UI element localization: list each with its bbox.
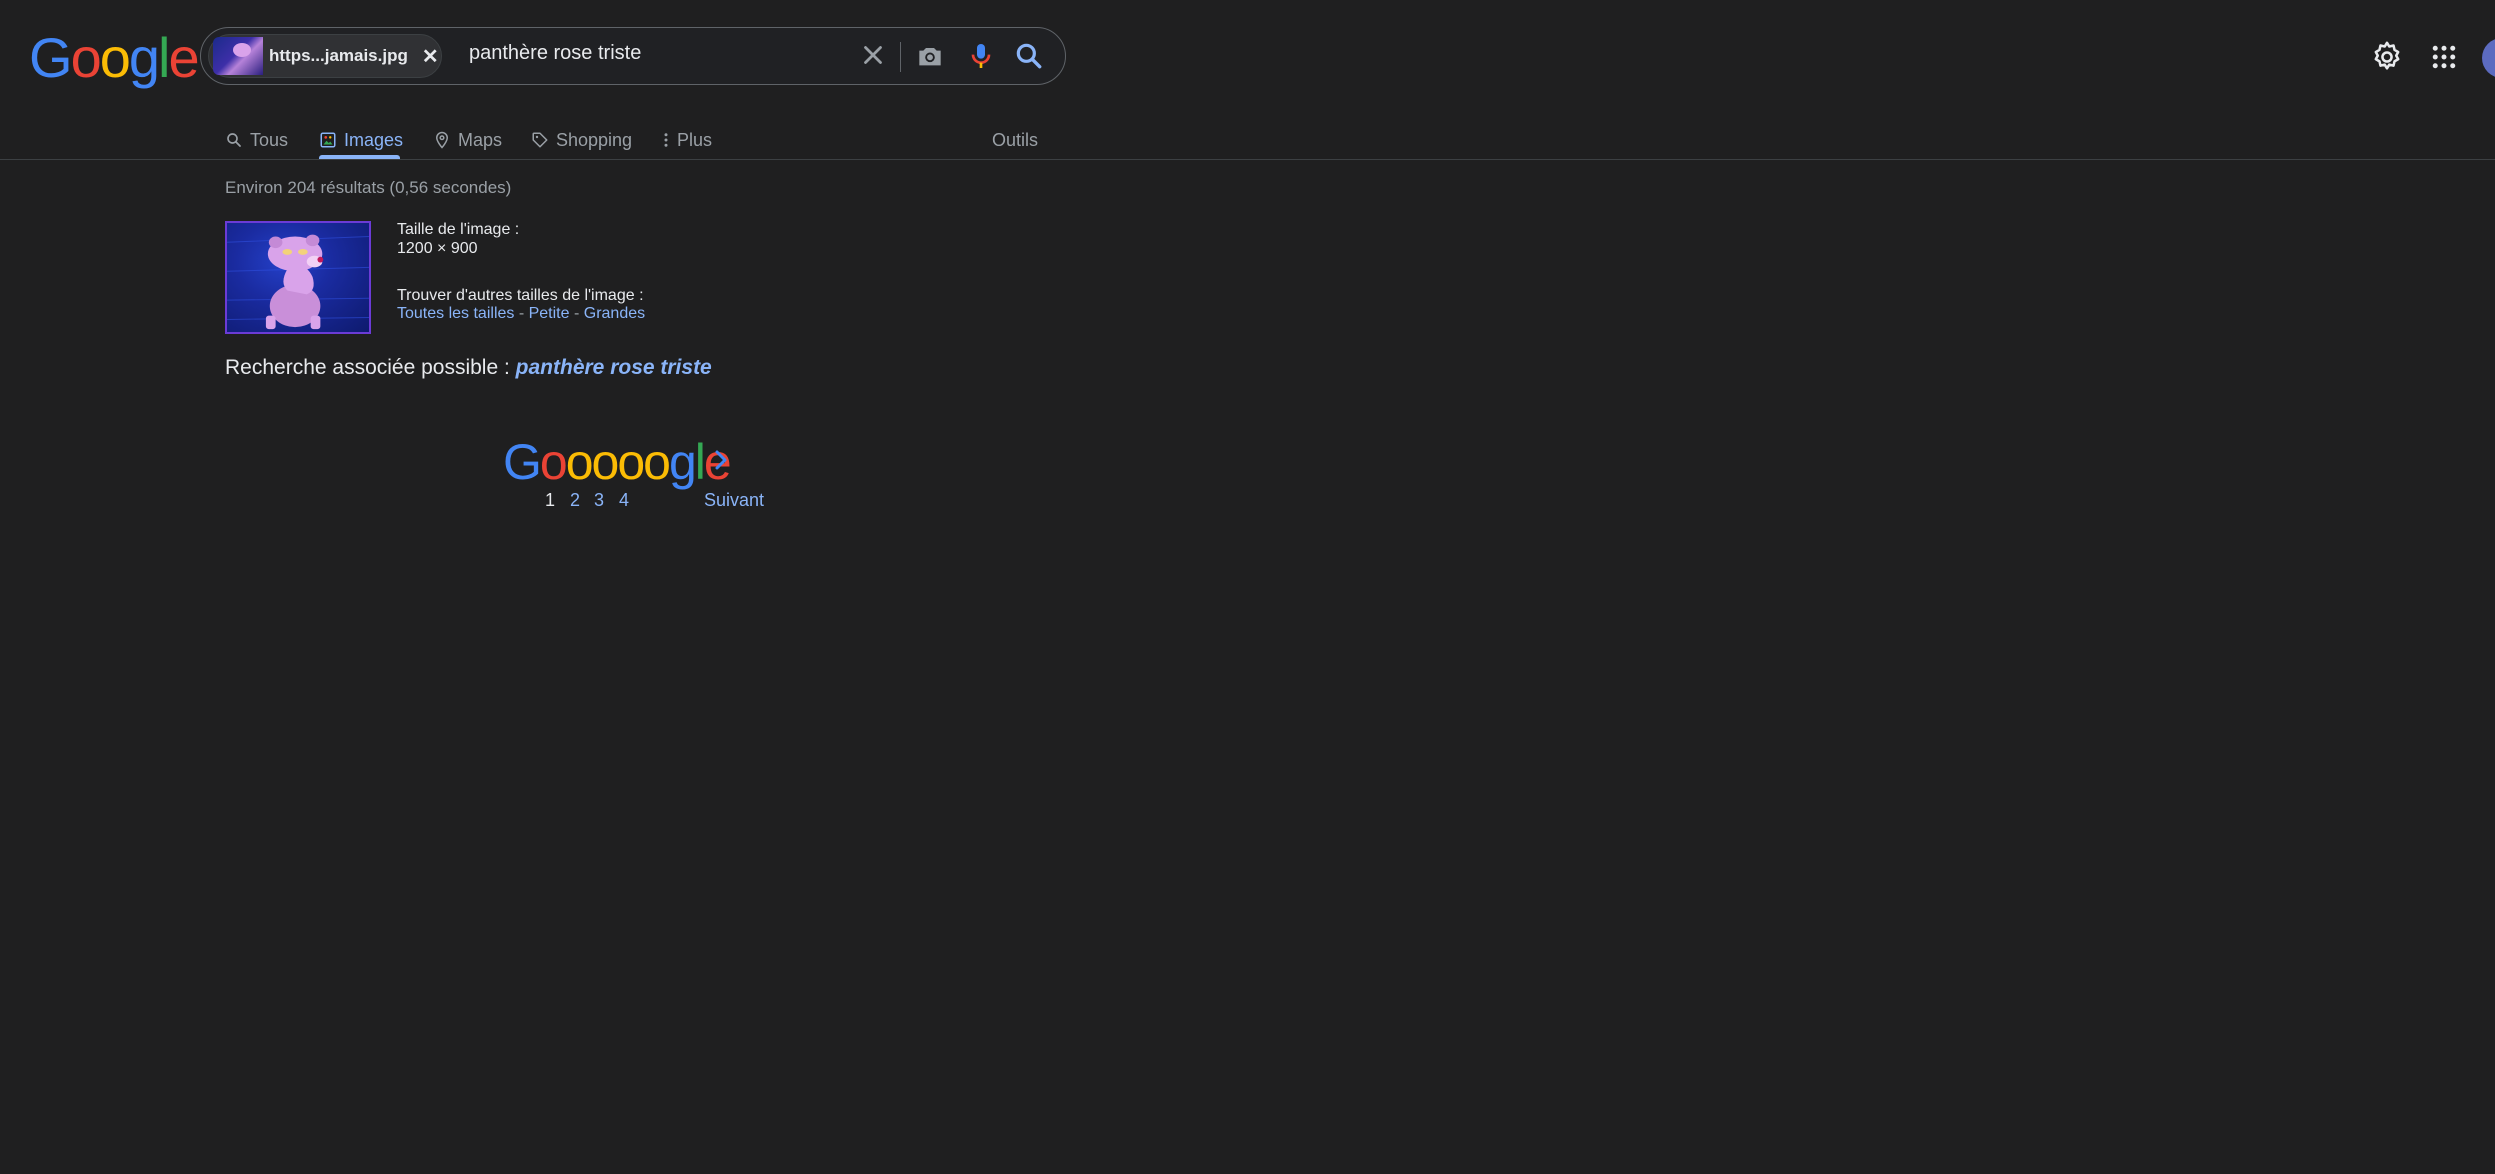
related-search-prefix: Recherche associée possible : xyxy=(225,356,516,379)
microphone-icon[interactable] xyxy=(965,40,997,72)
pink-panther-image xyxy=(227,234,369,330)
tab-shopping[interactable]: Shopping xyxy=(531,122,632,158)
camera-icon[interactable] xyxy=(914,40,946,72)
pagination-logo: Gooooogle xyxy=(503,434,732,490)
google-logo[interactable]: Google xyxy=(29,30,200,86)
link-separator: - xyxy=(514,305,529,322)
other-sizes-label: Trouver d'autres tailles de l'image : xyxy=(397,287,644,304)
tab-label: Outils xyxy=(992,129,1039,150)
link-separator: - xyxy=(569,305,584,322)
page-number-link[interactable]: 3 xyxy=(594,490,604,511)
tab-label: Plus xyxy=(677,129,713,150)
tab-all[interactable]: Tous xyxy=(225,122,288,158)
image-query-chip[interactable]: https...jamais.jpg ✕ xyxy=(208,34,442,78)
page-number-link[interactable]: 4 xyxy=(619,490,629,511)
map-pin-icon xyxy=(435,131,449,149)
image-size-label: Taille de l'image : xyxy=(397,221,520,238)
tab-label: Shopping xyxy=(556,129,633,150)
result-stats: Environ 204 résultats (0,56 secondes) xyxy=(225,178,512,197)
size-links: Toutes les tailles - Petite - Grandes xyxy=(397,305,645,323)
search-icon[interactable] xyxy=(1013,40,1045,72)
avatar[interactable] xyxy=(2482,38,2495,78)
apps-grid-icon[interactable] xyxy=(2429,42,2459,72)
tag-icon xyxy=(532,132,548,148)
search-box[interactable]: https...jamais.jpg ✕ panthère rose trist… xyxy=(200,27,1066,85)
related-search: Recherche associée possible : panthère r… xyxy=(225,356,712,380)
chip-close-icon[interactable]: ✕ xyxy=(422,44,439,69)
page-number-link[interactable]: 2 xyxy=(570,490,580,511)
tab-label: Tous xyxy=(250,129,289,150)
next-page-link[interactable]: Suivant xyxy=(704,490,764,511)
tab-label: Maps xyxy=(458,129,503,150)
tab-more[interactable]: Plus xyxy=(662,122,712,158)
chevron-right-icon[interactable] xyxy=(709,446,733,474)
tab-images[interactable]: Images xyxy=(319,122,403,158)
search-icon xyxy=(227,133,241,147)
related-search-link[interactable]: panthère rose triste xyxy=(516,356,712,379)
search-divider xyxy=(900,42,901,72)
query-image-thumbnail[interactable] xyxy=(225,221,371,334)
tab-tools[interactable]: Outils xyxy=(992,122,1038,158)
search-input[interactable]: panthère rose triste xyxy=(469,42,641,65)
large-size-link[interactable]: Grandes xyxy=(584,305,645,322)
all-sizes-link[interactable]: Toutes les tailles xyxy=(397,305,514,322)
header-divider xyxy=(0,159,2495,160)
image-icon xyxy=(320,132,336,148)
small-size-link[interactable]: Petite xyxy=(529,305,570,322)
image-size-value: 1200 × 900 xyxy=(397,240,478,257)
tab-label: Images xyxy=(344,129,404,150)
chip-label: https...jamais.jpg xyxy=(269,46,408,65)
gear-icon[interactable] xyxy=(2370,40,2404,74)
page-number-current: 1 xyxy=(545,490,556,510)
clear-icon[interactable] xyxy=(858,40,888,70)
more-vertical-icon xyxy=(664,133,668,147)
chip-thumbnail xyxy=(213,37,263,75)
tab-maps[interactable]: Maps xyxy=(433,122,502,158)
